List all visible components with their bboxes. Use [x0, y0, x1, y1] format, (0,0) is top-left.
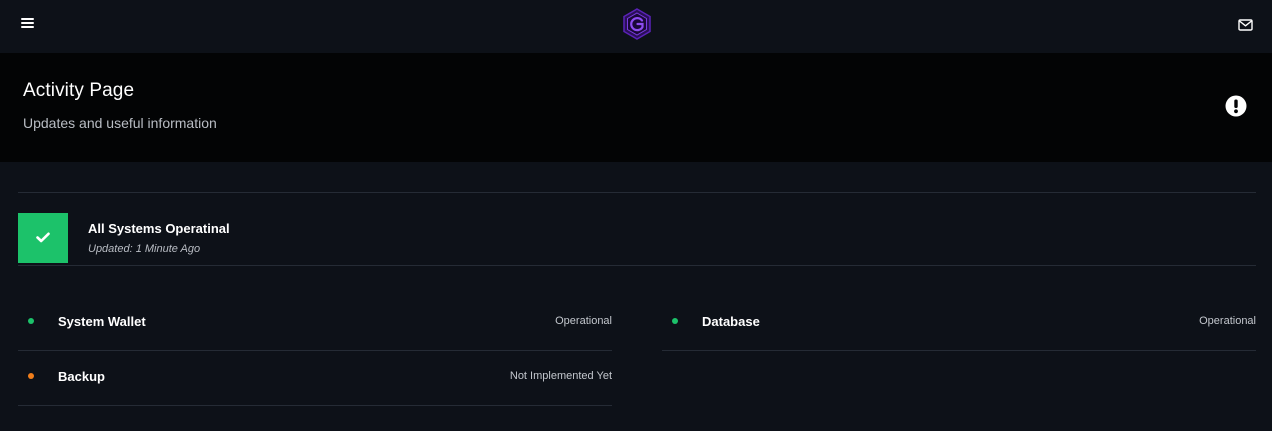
service-row-backup: Backup Not Implemented Yet — [18, 351, 612, 406]
top-navigation-bar — [0, 0, 1272, 53]
status-dot — [28, 318, 34, 324]
system-status-summary: All Systems Operatinal Updated: 1 Minute… — [18, 213, 1256, 265]
service-row-system-wallet: System Wallet Operational — [18, 296, 612, 351]
service-status: Operational — [1199, 315, 1256, 327]
service-name: Database — [702, 314, 760, 329]
hamburger-menu-icon[interactable] — [21, 18, 35, 30]
page-subtitle: Updates and useful information — [23, 115, 217, 131]
status-updated-time: Updated: 1 Minute Ago — [88, 243, 201, 255]
row-divider — [18, 405, 612, 406]
check-icon — [36, 232, 50, 243]
status-dot — [28, 373, 34, 379]
page-header: Activity Page Updates and useful informa… — [0, 53, 1272, 162]
status-summary-title: All Systems Operatinal — [88, 221, 230, 236]
activity-page: Activity Page Updates and useful informa… — [0, 0, 1272, 431]
service-row-database: Database Operational — [662, 296, 1256, 351]
status-check-box — [18, 213, 68, 263]
service-status: Operational — [555, 315, 612, 327]
exclamation-circle-icon[interactable] — [1225, 95, 1247, 117]
status-dot — [672, 318, 678, 324]
row-divider — [662, 350, 1256, 351]
section-divider — [18, 192, 1256, 193]
page-title: Activity Page — [23, 80, 135, 101]
summary-divider — [18, 265, 1256, 266]
hexagon-logo-icon[interactable] — [622, 8, 652, 40]
service-name: System Wallet — [58, 314, 146, 329]
service-status: Not Implemented Yet — [509, 370, 612, 382]
envelope-icon[interactable] — [1238, 18, 1253, 31]
service-name: Backup — [58, 369, 105, 384]
